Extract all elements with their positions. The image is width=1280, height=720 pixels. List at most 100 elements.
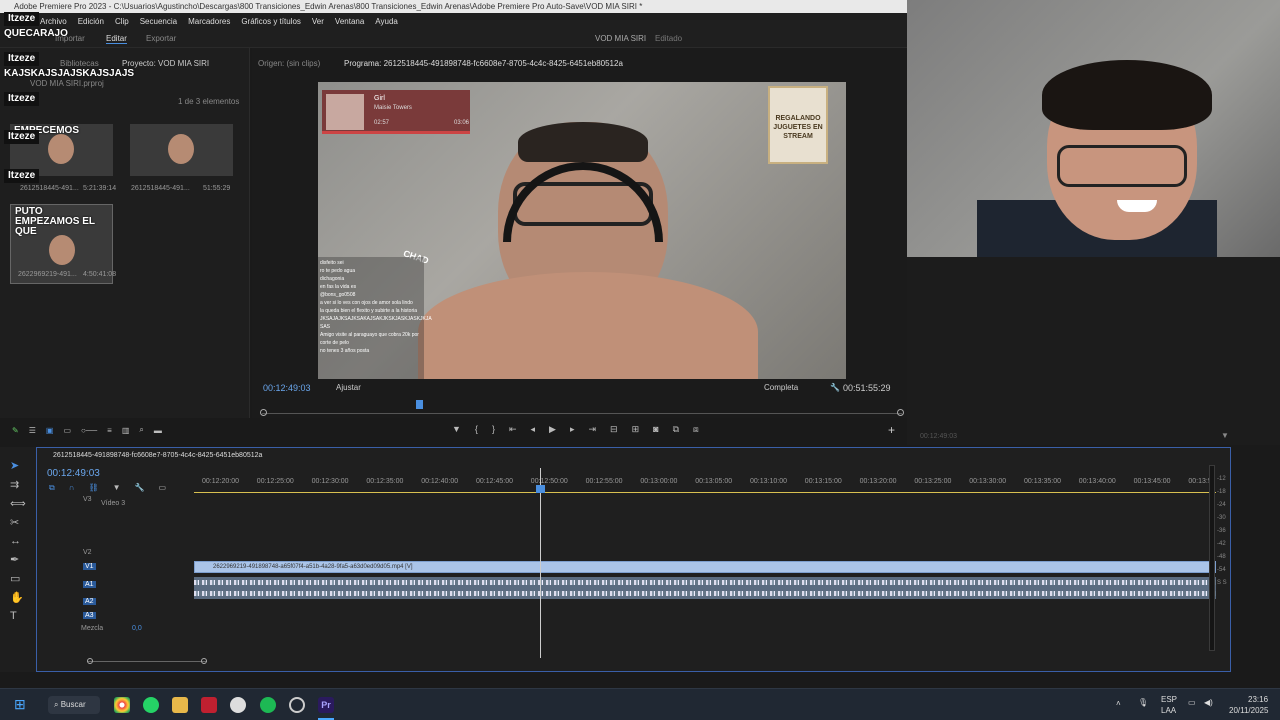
scrub-end-handle[interactable]: [897, 409, 904, 416]
linked-selection-icon[interactable]: ⛓: [88, 483, 98, 493]
track-a1-label[interactable]: A1: [83, 581, 96, 588]
filter-icon[interactable]: ▼: [1221, 431, 1229, 440]
list-view-icon[interactable]: ☰: [29, 426, 36, 435]
volume-icon[interactable]: ◀): [1204, 698, 1213, 707]
audio-clip-a1[interactable]: [194, 577, 1216, 588]
zoom-slider-icon[interactable]: ○──: [81, 426, 97, 435]
menu-clip[interactable]: Clip: [115, 13, 129, 30]
time-ruler[interactable]: 00:12:20:00 00:12:25:00 00:12:30:00 00:12:3…: [194, 448, 1216, 493]
search-box[interactable]: ⌕ Buscar: [48, 696, 100, 714]
menu-archivo[interactable]: Archivo: [40, 13, 67, 30]
language-label-2[interactable]: LAA: [1161, 706, 1176, 715]
captions-icon[interactable]: ▭: [159, 483, 167, 493]
step-back-icon[interactable]: ◂: [531, 424, 536, 435]
app-icon[interactable]: [201, 697, 217, 713]
quality-dropdown[interactable]: Completa: [764, 383, 798, 392]
windows-start-icon[interactable]: ⊞: [14, 697, 26, 711]
project-item-thumb[interactable]: [130, 124, 233, 176]
audio-clip-a2[interactable]: [194, 588, 1216, 599]
wrench-icon[interactable]: 🔧: [830, 383, 840, 392]
fit-dropdown[interactable]: Ajustar: [336, 383, 361, 392]
menu-marcadores[interactable]: Marcadores: [188, 13, 230, 30]
razor-icon[interactable]: ✂: [10, 516, 26, 529]
slip-icon[interactable]: ↔: [10, 535, 26, 547]
go-to-in-icon[interactable]: ⇤: [509, 424, 517, 435]
timeline-playhead[interactable]: [536, 485, 545, 493]
scrub-bar[interactable]: [262, 413, 902, 414]
zoom-handle-right[interactable]: [201, 658, 207, 664]
track-v1-label[interactable]: V1: [83, 563, 96, 570]
freeform-view-icon[interactable]: ▭: [63, 426, 71, 435]
go-to-out-icon[interactable]: ⇥: [588, 424, 596, 435]
icon-view-icon[interactable]: ▣: [46, 426, 54, 435]
scrub-playhead[interactable]: [415, 400, 423, 409]
whatsapp-icon[interactable]: [143, 697, 159, 713]
hand-icon[interactable]: ✋: [10, 591, 26, 604]
type-icon[interactable]: T: [10, 610, 26, 622]
menu-ver[interactable]: Ver: [312, 13, 324, 30]
file-explorer-icon[interactable]: [172, 697, 188, 713]
timeline-playhead-line[interactable]: [540, 468, 541, 658]
pen-icon[interactable]: ✒: [10, 553, 26, 566]
source-monitor-tab[interactable]: Origen: (sin clips): [258, 59, 320, 68]
marker-icon[interactable]: ▼: [452, 424, 461, 435]
spotify-icon[interactable]: [260, 697, 276, 713]
new-bin-icon[interactable]: ▬: [154, 426, 162, 435]
scrub-start-handle[interactable]: [260, 409, 267, 416]
clock-time[interactable]: 23:16: [1248, 695, 1268, 704]
tab-proyecto[interactable]: Proyecto: VOD MIA SIRI: [122, 59, 209, 68]
proxy-icon[interactable]: ⧈: [693, 424, 699, 435]
menu-graficos[interactable]: Gráficos y títulos: [241, 13, 301, 30]
selection-tool-icon[interactable]: ➤: [10, 459, 26, 472]
menu-secuencia[interactable]: Secuencia: [140, 13, 177, 30]
zoom-handle-left[interactable]: [87, 658, 93, 664]
step-forward-icon[interactable]: ▸: [570, 424, 575, 435]
ripple-edit-icon[interactable]: ⟺: [10, 497, 26, 510]
track-select-icon[interactable]: ⇉: [10, 478, 26, 491]
lift-icon[interactable]: ⊟: [610, 424, 618, 435]
microphone-icon[interactable]: 🎙: [1138, 698, 1148, 707]
add-marker-icon[interactable]: ▼: [113, 483, 121, 493]
automate-icon[interactable]: ▥: [122, 426, 130, 435]
nest-icon[interactable]: ⧉: [49, 483, 55, 493]
tab-bibliotecas[interactable]: Bibliotecas: [60, 59, 99, 68]
track-v2-label[interactable]: V2: [83, 549, 92, 556]
compare-icon[interactable]: ⧉: [673, 424, 679, 435]
timeline-zoom-bar[interactable]: [87, 661, 207, 662]
mix-value[interactable]: 0,0: [132, 625, 142, 632]
tab-importar[interactable]: Importar: [55, 34, 85, 43]
program-monitor-tab[interactable]: Programa: 2612518445-491898748-fc6608e7-…: [344, 59, 623, 68]
add-button-icon[interactable]: +: [888, 423, 895, 437]
chevron-up-icon[interactable]: ˄: [1116, 699, 1121, 708]
wrench-icon[interactable]: 🔧: [135, 483, 145, 493]
network-icon[interactable]: ▭: [1188, 698, 1196, 707]
mark-in-icon[interactable]: {: [475, 424, 478, 435]
tab-exportar[interactable]: Exportar: [146, 34, 176, 43]
premiere-icon[interactable]: Pr: [318, 697, 334, 713]
chrome-icon[interactable]: [114, 697, 130, 713]
extract-icon[interactable]: ⊞: [632, 424, 640, 435]
work-area-bar[interactable]: [194, 492, 1216, 493]
snap-icon[interactable]: ∩: [69, 483, 75, 493]
menu-ayuda[interactable]: Ayuda: [375, 13, 398, 30]
menu-ventana[interactable]: Ventana: [335, 13, 364, 30]
pencil-icon[interactable]: ✎: [12, 426, 19, 435]
mark-out-icon[interactable]: }: [492, 424, 495, 435]
video-clip[interactable]: 2622969219-491898748-a65f07f4-a51b-4a28-…: [194, 561, 1216, 573]
tab-editar[interactable]: Editar: [106, 34, 127, 44]
sort-icon[interactable]: ≡: [107, 426, 112, 435]
track-a3-label[interactable]: A3: [83, 612, 96, 619]
project-item-thumb[interactable]: EMPECEMOS: [10, 124, 113, 176]
clock-date[interactable]: 20/11/2025: [1229, 706, 1268, 715]
timeline-timecode[interactable]: 00:12:49:03: [47, 468, 100, 479]
play-icon[interactable]: ▶: [549, 424, 556, 435]
camera-icon[interactable]: ◙: [653, 424, 658, 435]
menu-edicion[interactable]: Edición: [78, 13, 104, 30]
chatgpt-icon[interactable]: [230, 697, 246, 713]
search-icon[interactable]: ⌕: [139, 425, 143, 435]
rectangle-icon[interactable]: ▭: [10, 572, 26, 585]
app-icon[interactable]: [289, 697, 305, 713]
program-timecode[interactable]: 00:12:49:03: [263, 383, 311, 393]
language-label[interactable]: ESP: [1161, 695, 1177, 704]
track-a2-label[interactable]: A2: [83, 598, 96, 605]
